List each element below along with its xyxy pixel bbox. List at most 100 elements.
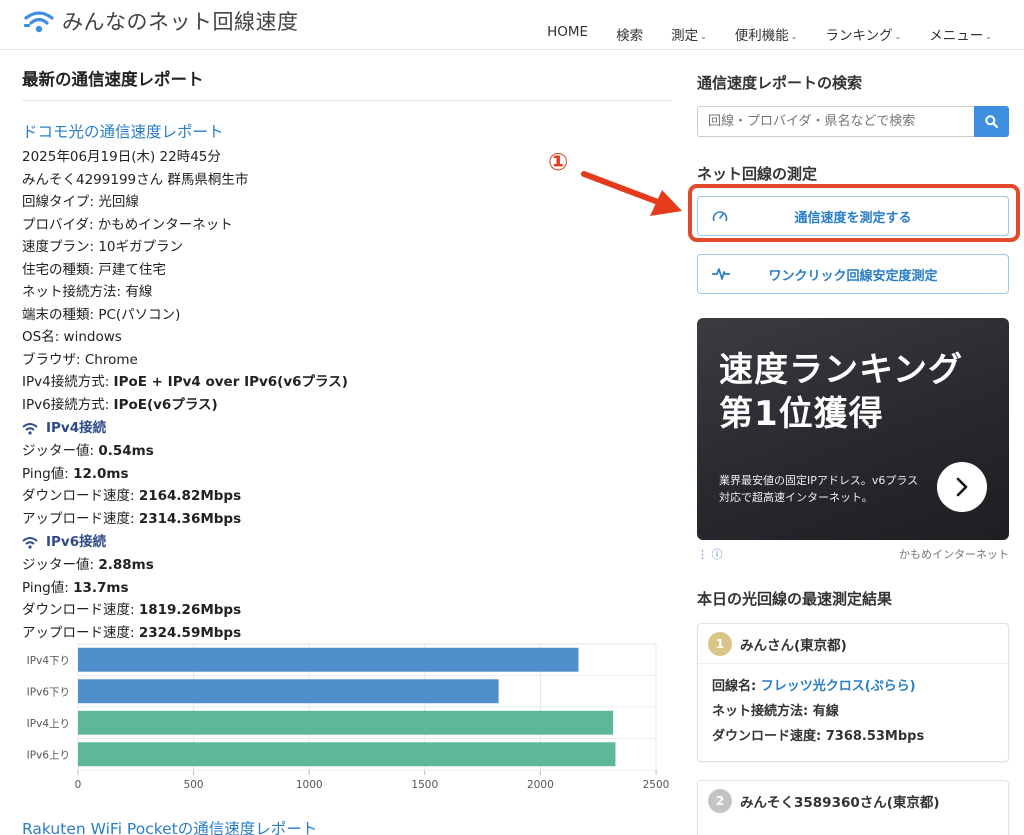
result-line: 回線名: フレッツ光クロス(ぷらら) bbox=[712, 679, 916, 694]
nav-item-1[interactable]: 検索 bbox=[602, 24, 657, 44]
ipv6-section-heading: IPv6接続 bbox=[22, 530, 672, 554]
chart-bar bbox=[78, 742, 616, 767]
rank-badge: 1 bbox=[708, 631, 732, 656]
advertisement-banner[interactable]: 速度ランキング 第1位獲得 業界最安値の固定IPアドレス。v6プラス 対応で超高… bbox=[697, 318, 1009, 540]
nav-label: メニュー bbox=[929, 28, 984, 44]
report-detail-line: 速度プラン: 10ギガプラン bbox=[22, 239, 184, 255]
nav-item-5[interactable]: メニュー ⌄ bbox=[915, 24, 1006, 44]
ipv6-jitter: ジッター値: 2.88ms bbox=[22, 557, 154, 573]
result-card-body: 回線名: フレッツ光クロス(ぷらら) ネット接続方法: 有線 ダウンロード速度:… bbox=[698, 664, 1008, 761]
nav-label: ランキング bbox=[825, 28, 893, 44]
chart-x-tick-label: 1000 bbox=[296, 779, 323, 791]
ad-advertiser[interactable]: かもめインターネット bbox=[899, 546, 1009, 562]
chart-category-label: IPv6上り bbox=[27, 749, 70, 761]
stability-test-button[interactable]: ワンクリック回線安定度測定 bbox=[697, 254, 1009, 294]
nav-label: 測定 bbox=[671, 28, 699, 44]
search-button[interactable] bbox=[974, 106, 1009, 137]
nav-item-3[interactable]: 便利機能 ⌄ bbox=[721, 24, 812, 44]
speed-chart-svg: 0 500 1000 1500 2000 2500 IPv4下り IPv6下り IPv4上り IP… bbox=[27, 643, 670, 791]
chart-category-label: IPv6下り bbox=[27, 686, 70, 698]
result-line-link[interactable]: フレッツ光クロス(ぷらら) bbox=[761, 679, 916, 694]
fastest-results-heading: 本日の光回線の最速測定結果 bbox=[697, 590, 893, 608]
result-download: ダウンロード速度: 7368.53Mbps bbox=[712, 729, 925, 744]
report-detail-line: OS名: windows bbox=[22, 329, 122, 345]
chevron-down-icon: ⌄ bbox=[790, 31, 798, 41]
ipv6-method: IPv6接続方式: IPoE(v6プラス) bbox=[22, 396, 218, 413]
annotation-marker: ① bbox=[548, 148, 569, 176]
site-header: みんなのネット回線速度 HOME 検索 測定 ⌄ 便利機能 ⌄ ランキング ⌄ メニュー ⌄ bbox=[0, 0, 1024, 50]
chevron-down-icon: ⌄ bbox=[894, 31, 902, 41]
result-user: みんさん(東京都) bbox=[740, 637, 847, 654]
report-detail-line: 住宅の種類: 戸建て住宅 bbox=[22, 261, 166, 278]
report-detail-line: 回線タイプ: 光回線 bbox=[22, 194, 139, 210]
result-card-2: 2 みんそく3589360さん(東京都) bbox=[697, 780, 1009, 835]
sidebar: 通信速度レポートの検索 ネット回線の測定 通信速度を測定する ワンクリック回線安… bbox=[697, 50, 1009, 835]
search-input[interactable] bbox=[697, 106, 974, 137]
nav-item-0[interactable]: HOME bbox=[533, 24, 602, 44]
chevron-down-icon: ⌄ bbox=[985, 31, 992, 41]
rank-badge: 2 bbox=[708, 789, 732, 813]
search-icon bbox=[985, 115, 998, 128]
chart-bar bbox=[78, 679, 499, 704]
chart-x-tick-label: 2000 bbox=[527, 779, 554, 791]
annotation-highlight-box bbox=[688, 184, 1020, 242]
nav-item-2[interactable]: 測定 ⌄ bbox=[657, 24, 721, 44]
chart-bar bbox=[78, 710, 614, 735]
report-detail-line: ブラウザ: Chrome bbox=[22, 351, 138, 368]
report-detail-line: 2025年06月19日(木) 22時45分 bbox=[22, 149, 221, 165]
wifi-icon bbox=[22, 536, 38, 549]
chart-category-label: IPv4下り bbox=[27, 655, 70, 667]
ipv6-ping: Ping値: 13.7ms bbox=[22, 579, 129, 596]
ad-info-icon[interactable]: ⋮ ⓘ bbox=[697, 546, 723, 562]
result-card-header: 2 みんそく3589360さん(東京都) bbox=[698, 781, 1008, 821]
nav-label: 検索 bbox=[616, 28, 644, 44]
ad-subtext: 業界最安値の固定IPアドレス。v6プラス 対応で超高速インターネット。 bbox=[719, 474, 919, 504]
report-details: 2025年06月19日(木) 22時45分みんそく4299199さん 群馬県桐生… bbox=[22, 146, 672, 371]
search-form bbox=[697, 106, 1009, 137]
report-detail-line: 端末の種類: PC(パソコン) bbox=[22, 306, 181, 323]
stability-test-label: ワンクリック回線安定度測定 bbox=[768, 268, 938, 284]
result-card-header: 1 みんさん(東京都) bbox=[698, 624, 1008, 664]
ad-footer: ⋮ ⓘ かもめインターネット bbox=[697, 546, 1009, 562]
speed-bar-chart: 0 500 1000 1500 2000 2500 IPv4下り IPv6下り IPv4上り IP… bbox=[22, 640, 672, 800]
wifi-logo-icon bbox=[24, 11, 54, 33]
ipv4-download: ダウンロード速度: 2164.82Mbps bbox=[22, 488, 242, 504]
report-column: 最新の通信速度レポート ドコモ光の通信速度レポート 2025年06月19日(木)… bbox=[22, 50, 672, 644]
ipv4-section-heading: IPv4接続 bbox=[22, 416, 672, 440]
chart-bar bbox=[78, 647, 579, 672]
report-detail-line: ネット接続方法: 有線 bbox=[22, 284, 153, 300]
ipv4-jitter: ジッター値: 0.54ms bbox=[22, 443, 154, 459]
chart-category-label: IPv4上り bbox=[27, 718, 70, 730]
measure-heading: ネット回線の測定 bbox=[697, 165, 818, 183]
chevron-down-icon: ⌄ bbox=[700, 31, 707, 41]
search-heading: 通信速度レポートの検索 bbox=[697, 74, 863, 92]
result-connection: ネット接続方法: 有線 bbox=[712, 704, 839, 719]
nav-item-4[interactable]: ランキング ⌄ bbox=[811, 24, 915, 44]
nav-label: 便利機能 bbox=[734, 28, 789, 44]
pulse-icon bbox=[712, 268, 730, 280]
ad-title: 速度ランキング 第1位獲得 bbox=[719, 350, 963, 434]
next-report-link[interactable]: Rakuten WiFi Pocketの通信速度レポート bbox=[22, 817, 317, 835]
chart-x-tick-label: 2500 bbox=[643, 779, 670, 791]
ipv4-upload: アップロード速度: 2314.36Mbps bbox=[22, 510, 242, 527]
annotation-arrow-icon bbox=[581, 171, 682, 216]
report-title-link[interactable]: ドコモ光の通信速度レポート bbox=[22, 120, 672, 142]
chart-x-tick-label: 500 bbox=[184, 779, 204, 791]
nav-label: HOME bbox=[547, 24, 589, 40]
ipv4-ping: Ping値: 12.0ms bbox=[22, 465, 129, 482]
chart-x-tick-label: 0 bbox=[75, 779, 82, 791]
ipv6-download: ダウンロード速度: 1819.26Mbps bbox=[22, 602, 242, 618]
result-user: みんそく3589360さん(東京都) bbox=[740, 795, 940, 811]
page-title: 最新の通信速度レポート bbox=[22, 66, 672, 101]
chart-x-tick-label: 1500 bbox=[411, 779, 438, 791]
chevron-right-icon bbox=[956, 477, 968, 497]
result-card-1: 1 みんさん(東京都) 回線名: フレッツ光クロス(ぷらら) ネット接続方法: … bbox=[697, 623, 1009, 762]
site-title: みんなのネット回線速度 bbox=[62, 10, 299, 34]
main-nav: HOME 検索 測定 ⌄ 便利機能 ⌄ ランキング ⌄ メニュー ⌄ bbox=[533, 24, 1006, 44]
report-detail-line: プロバイダ: かもめインターネット bbox=[22, 216, 233, 233]
ad-next-button[interactable] bbox=[937, 462, 987, 512]
wifi-icon bbox=[22, 422, 38, 435]
site-logo[interactable]: みんなのネット回線速度 bbox=[22, 6, 299, 36]
ipv4-method: IPv4接続方式: IPoE + IPv4 over IPv6(v6プラス) bbox=[22, 374, 348, 390]
report-detail-line: みんそく4299199さん 群馬県桐生市 bbox=[22, 171, 249, 188]
